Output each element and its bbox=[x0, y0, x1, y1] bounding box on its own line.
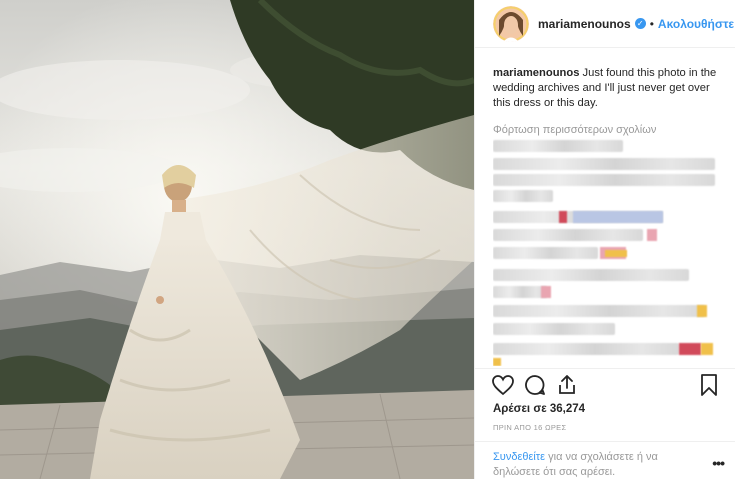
comment-bubble-icon[interactable] bbox=[523, 373, 547, 397]
blurred-emoji bbox=[493, 358, 501, 366]
post-photo[interactable] bbox=[0, 0, 474, 479]
blurred-comment bbox=[493, 343, 679, 355]
blurred-emoji bbox=[701, 343, 713, 355]
comments-area: mariamenounos Just found this photo in t… bbox=[493, 66, 721, 366]
login-prompt: Συνδεθείτε για να σχολιάσετε ή να δηλώσε… bbox=[475, 441, 735, 479]
load-more-comments-link[interactable]: Φόρτωση περισσότερων σχολίων bbox=[493, 124, 721, 136]
blurred-emoji bbox=[541, 286, 551, 298]
blurred-comment bbox=[493, 158, 715, 170]
separator-dot: • bbox=[649, 16, 654, 31]
blurred-emoji bbox=[559, 211, 567, 223]
likes-count[interactable]: Αρέσει σε 36,274 bbox=[493, 403, 585, 415]
share-icon[interactable] bbox=[555, 373, 579, 397]
login-link[interactable]: Συνδεθείτε bbox=[493, 451, 545, 463]
blurred-emoji bbox=[697, 305, 707, 317]
instagram-post: mariamenounos ✓ • Ακολουθήστε mariamenou… bbox=[0, 0, 735, 479]
username-link[interactable]: mariamenounos bbox=[538, 17, 631, 31]
blurred-comment bbox=[493, 229, 643, 241]
blurred-emoji bbox=[679, 343, 701, 355]
blurred-comment bbox=[493, 305, 705, 317]
avatar[interactable] bbox=[493, 5, 529, 42]
blurred-comment bbox=[493, 174, 715, 186]
wedding-photo-image bbox=[0, 0, 474, 479]
post-timestamp[interactable]: ΠΡΙΝ ΑΠΟ 16 ΩΡΕΣ bbox=[493, 423, 566, 432]
blurred-comment bbox=[493, 323, 615, 335]
follow-button[interactable]: Ακολουθήστε bbox=[658, 17, 734, 31]
blurred-comment bbox=[493, 140, 623, 152]
avatar-image bbox=[493, 5, 529, 42]
blurred-mention bbox=[573, 211, 663, 223]
blurred-comment bbox=[493, 247, 598, 259]
post-header: mariamenounos ✓ • Ακολουθήστε bbox=[475, 0, 735, 48]
post-caption: mariamenounos Just found this photo in t… bbox=[493, 66, 721, 111]
post-side-panel: mariamenounos ✓ • Ακολουθήστε mariamenou… bbox=[474, 0, 735, 479]
blurred-comment bbox=[493, 190, 553, 202]
more-options-button[interactable]: ••• bbox=[712, 455, 725, 471]
blurred-comments bbox=[493, 138, 721, 366]
verified-badge-icon: ✓ bbox=[634, 18, 646, 29]
blurred-comment bbox=[493, 286, 547, 298]
login-prompt-text: Συνδεθείτε για να σχολιάσετε ή να δηλώσε… bbox=[493, 450, 693, 479]
bookmark-icon[interactable] bbox=[697, 373, 721, 397]
blurred-comment bbox=[493, 269, 689, 281]
post-actions: Αρέσει σε 36,274 ΠΡΙΝ ΑΠΟ 16 ΩΡΕΣ Συνδεθ… bbox=[475, 368, 735, 479]
caption-username[interactable]: mariamenounos bbox=[493, 67, 579, 79]
blurred-emoji bbox=[605, 250, 627, 257]
heart-icon[interactable] bbox=[491, 373, 515, 397]
blurred-emoji bbox=[647, 229, 657, 241]
